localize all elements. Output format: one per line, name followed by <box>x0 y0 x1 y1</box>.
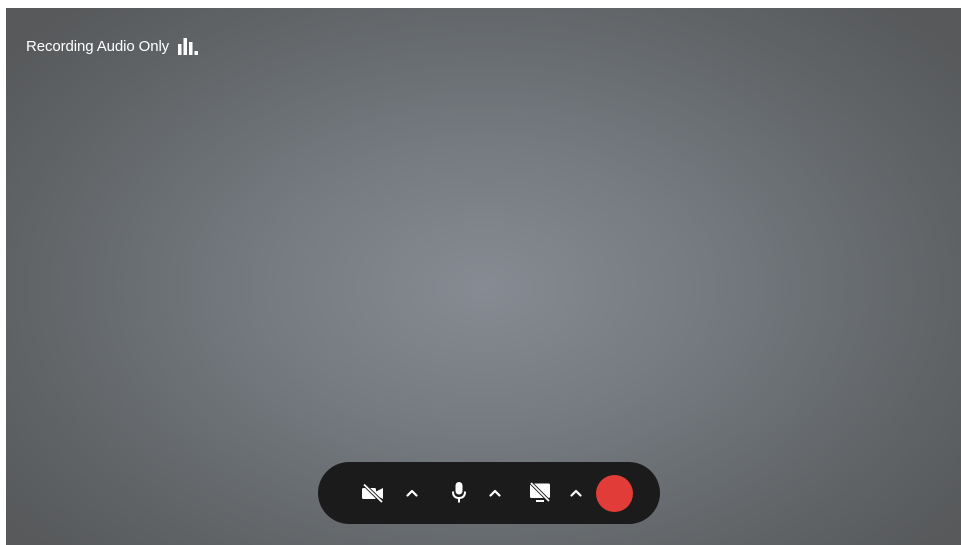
camera-off-icon <box>361 483 385 503</box>
chevron-up-icon <box>570 489 582 497</box>
control-bar <box>318 462 660 524</box>
camera-options-button[interactable] <box>400 462 424 524</box>
camera-toggle-button[interactable] <box>356 462 390 524</box>
video-stage: Recording Audio Only <box>6 8 961 545</box>
screen-share-toggle-button[interactable] <box>524 462 556 524</box>
screen-share-off-icon <box>528 482 552 504</box>
chevron-up-icon <box>489 489 501 497</box>
microphone-toggle-button[interactable] <box>446 462 472 524</box>
record-button[interactable] <box>596 475 633 512</box>
screen-share-options-button[interactable] <box>564 462 588 524</box>
recording-status-label: Recording Audio Only <box>26 38 170 55</box>
chevron-up-icon <box>406 489 418 497</box>
recording-status: Recording Audio Only <box>26 37 200 55</box>
audio-level-bars-icon <box>178 37 200 55</box>
microphone-icon <box>451 481 467 505</box>
microphone-options-button[interactable] <box>483 462 507 524</box>
